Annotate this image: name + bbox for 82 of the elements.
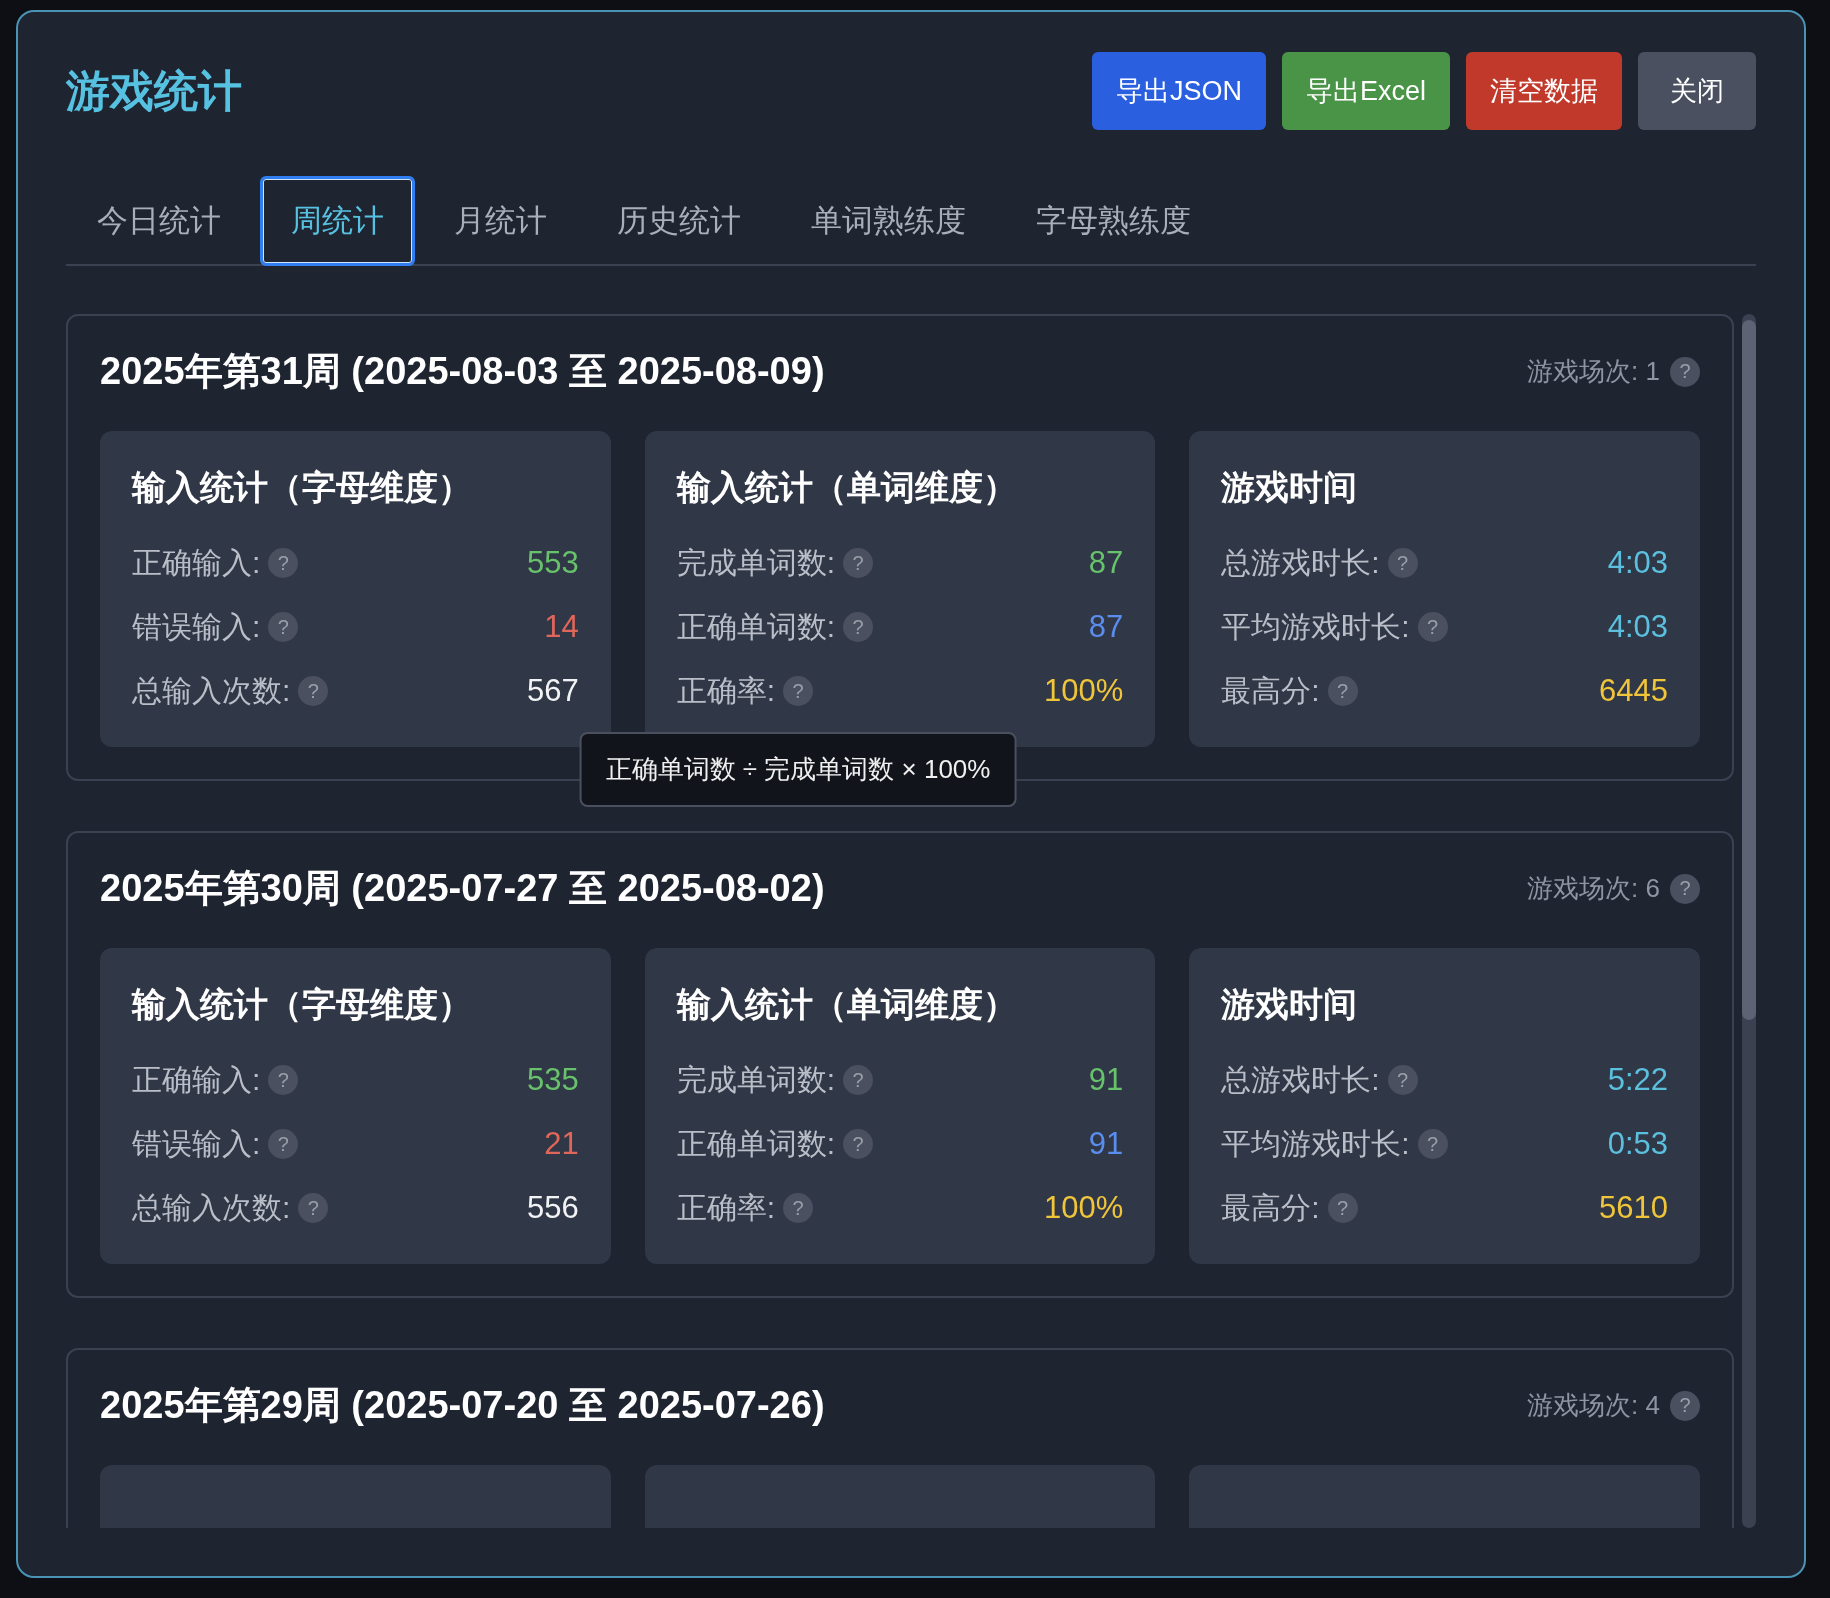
help-icon[interactable]: ?: [298, 1193, 329, 1223]
help-icon[interactable]: ?: [843, 1129, 873, 1159]
help-icon[interactable]: ?: [843, 612, 873, 642]
panel-title: 游戏统计: [66, 64, 242, 117]
help-icon[interactable]: ?: [1387, 1065, 1418, 1095]
stat-label: 平均游戏时长:: [1221, 1125, 1410, 1162]
game-count: 游戏场次: 4: [1527, 1389, 1660, 1422]
week-title: 2025年第29周 (2025-07-20 至 2025-07-26): [100, 1383, 825, 1428]
stat-label: 总游戏时长:: [1221, 1061, 1380, 1098]
stat-card-title: 输入统计（字母维度）: [132, 467, 473, 508]
stat-label: 总游戏时长:: [1221, 544, 1380, 581]
scrollbar[interactable]: [1742, 314, 1756, 1528]
week-title: 2025年第30周 (2025-07-27 至 2025-08-02): [100, 866, 825, 911]
help-icon[interactable]: ?: [298, 676, 329, 706]
stat-label: 错误输入:: [132, 1125, 261, 1162]
game-count: 游戏场次: 6: [1527, 872, 1660, 905]
stat-card-title: 输入统计（单词维度）: [676, 984, 1018, 1025]
help-icon[interactable]: ?: [268, 1129, 299, 1159]
stat-label: 正确输入:: [132, 544, 261, 581]
stat-value: 6445: [1599, 673, 1668, 709]
help-icon[interactable]: ?: [1327, 676, 1358, 706]
stat-label: 正确率:: [676, 1189, 775, 1226]
help-icon[interactable]: ?: [1327, 1193, 1358, 1223]
help-icon[interactable]: ?: [783, 1193, 813, 1223]
tab[interactable]: 单词熟练度: [780, 176, 997, 266]
stat-label: 总输入次数:: [132, 1189, 291, 1226]
help-icon[interactable]: ?: [1670, 356, 1700, 387]
stat-value: 5610: [1599, 1190, 1668, 1226]
stat-value: 553: [526, 545, 579, 581]
stat-value: 87: [1088, 545, 1124, 581]
stat-label: 完成单词数:: [676, 1061, 835, 1098]
help-icon[interactable]: ?: [1417, 1129, 1448, 1159]
stat-label: 完成单词数:: [676, 544, 835, 581]
stat-label: 正确输入:: [132, 1061, 261, 1098]
stat-card-title: 输入统计（字母维度）: [132, 984, 473, 1025]
help-icon[interactable]: ?: [1670, 1390, 1700, 1421]
tab[interactable]: 周统计: [260, 176, 415, 266]
tab[interactable]: 今日统计: [66, 176, 252, 266]
stat-label: 最高分:: [1221, 1189, 1320, 1226]
stat-value: 0:53: [1607, 1126, 1668, 1162]
help-icon[interactable]: ?: [1670, 873, 1700, 904]
week-title: 2025年第31周 (2025-08-03 至 2025-08-09): [100, 349, 825, 394]
help-icon[interactable]: ?: [268, 548, 299, 578]
stat-value: 100%: [1044, 1190, 1124, 1226]
stat-label: 最高分:: [1221, 672, 1320, 709]
stat-value: 567: [526, 673, 579, 709]
stat-card-title: 游戏时间: [1221, 467, 1359, 508]
toolbar-button[interactable]: 清空数据: [1466, 52, 1622, 130]
toolbar-button[interactable]: 导出JSON: [1091, 52, 1266, 130]
help-icon[interactable]: ?: [783, 676, 813, 706]
stat-value: 5:22: [1607, 1062, 1668, 1098]
help-icon[interactable]: ?: [1417, 612, 1448, 642]
help-icon[interactable]: ?: [268, 1065, 299, 1095]
stat-label: 错误输入:: [132, 608, 261, 645]
tab[interactable]: 月统计: [423, 176, 578, 266]
stat-value: 4:03: [1607, 545, 1668, 581]
stat-value: 535: [526, 1062, 579, 1098]
toolbar-button[interactable]: 导出Excel: [1281, 52, 1450, 130]
help-icon[interactable]: ?: [1387, 548, 1418, 578]
stat-card-title: 游戏时间: [1221, 984, 1359, 1025]
stat-label: 正确单词数:: [676, 608, 835, 645]
stat-value: 91: [1088, 1062, 1124, 1098]
tab[interactable]: 历史统计: [586, 176, 772, 266]
stat-value: 21: [544, 1126, 579, 1162]
stat-value: 91: [1088, 1126, 1124, 1162]
stat-value: 87: [1088, 609, 1124, 645]
stat-label: 平均游戏时长:: [1221, 608, 1410, 645]
toolbar-button[interactable]: 关闭: [1638, 52, 1756, 130]
tab[interactable]: 字母熟练度: [1005, 176, 1222, 266]
stat-value: 100%: [1044, 673, 1124, 709]
stat-value: 4:03: [1607, 609, 1668, 645]
stat-label: 总输入次数:: [132, 672, 291, 709]
stat-card-title: 输入统计（单词维度）: [676, 467, 1018, 508]
stat-value: 14: [544, 609, 579, 645]
stat-value: 556: [526, 1190, 579, 1226]
stat-label: 正确率:: [676, 672, 775, 709]
help-icon[interactable]: ?: [843, 1065, 873, 1095]
stat-label: 正确单词数:: [676, 1125, 835, 1162]
help-icon[interactable]: ?: [843, 548, 873, 578]
help-icon[interactable]: ?: [268, 612, 299, 642]
tooltip: 正确单词数 ÷ 完成单词数 × 100%: [579, 732, 1017, 807]
game-count: 游戏场次: 1: [1527, 355, 1660, 388]
